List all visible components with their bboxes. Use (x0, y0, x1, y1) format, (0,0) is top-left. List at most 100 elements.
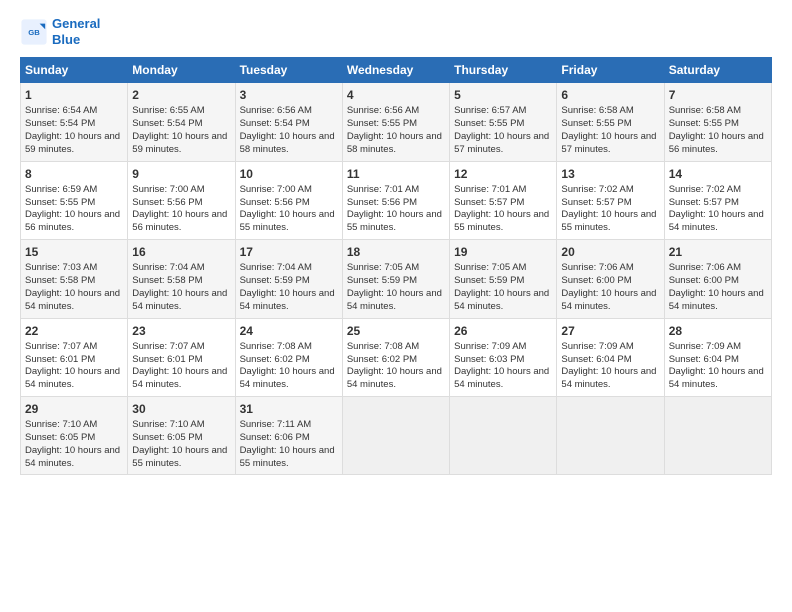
day-number: 19 (454, 244, 552, 260)
calendar-cell: 13Sunrise: 7:02 AMSunset: 5:57 PMDayligh… (557, 161, 664, 239)
calendar-cell: 24Sunrise: 7:08 AMSunset: 6:02 PMDayligh… (235, 318, 342, 396)
day-number: 8 (25, 166, 123, 182)
sunrise-text: Sunrise: 7:06 AM (561, 262, 633, 273)
day-number: 15 (25, 244, 123, 260)
sunrise-text: Sunrise: 6:59 AM (25, 184, 97, 195)
sunset-text: Sunset: 5:57 PM (669, 197, 739, 208)
calendar-cell: 28Sunrise: 7:09 AMSunset: 6:04 PMDayligh… (664, 318, 771, 396)
daylight-text: Daylight: 10 hours and 59 minutes. (132, 131, 227, 155)
sunset-text: Sunset: 5:55 PM (561, 118, 631, 129)
daylight-text: Daylight: 10 hours and 56 minutes. (25, 209, 120, 233)
col-saturday: Saturday (664, 58, 771, 83)
calendar-cell (342, 396, 449, 474)
daylight-text: Daylight: 10 hours and 57 minutes. (561, 131, 656, 155)
sunrise-text: Sunrise: 7:00 AM (132, 184, 204, 195)
sunrise-text: Sunrise: 7:10 AM (25, 419, 97, 430)
daylight-text: Daylight: 10 hours and 54 minutes. (25, 445, 120, 469)
sunset-text: Sunset: 5:55 PM (347, 118, 417, 129)
sunset-text: Sunset: 5:56 PM (347, 197, 417, 208)
calendar-cell: 21Sunrise: 7:06 AMSunset: 6:00 PMDayligh… (664, 240, 771, 318)
logo-icon: GB (20, 18, 48, 46)
daylight-text: Daylight: 10 hours and 55 minutes. (240, 209, 335, 233)
sunset-text: Sunset: 5:58 PM (25, 275, 95, 286)
sunrise-text: Sunrise: 6:58 AM (669, 105, 741, 116)
daylight-text: Daylight: 10 hours and 55 minutes. (347, 209, 442, 233)
sunset-text: Sunset: 5:54 PM (25, 118, 95, 129)
calendar-cell: 29 Sunrise: 7:10 AM Sunset: 6:05 PM Dayligh… (21, 396, 128, 474)
sunset-text: Sunset: 6:00 PM (561, 275, 631, 286)
sunset-text: Sunset: 6:05 PM (25, 432, 95, 443)
sunset-text: Sunset: 5:54 PM (240, 118, 310, 129)
calendar-cell: 27Sunrise: 7:09 AMSunset: 6:04 PMDayligh… (557, 318, 664, 396)
day-number: 2 (132, 87, 230, 103)
sunset-text: Sunset: 6:01 PM (25, 354, 95, 365)
daylight-text: Daylight: 10 hours and 54 minutes. (25, 288, 120, 312)
calendar-cell: 31Sunrise: 7:11 AMSunset: 6:06 PMDayligh… (235, 396, 342, 474)
calendar-cell: 15Sunrise: 7:03 AMSunset: 5:58 PMDayligh… (21, 240, 128, 318)
daylight-text: Daylight: 10 hours and 54 minutes. (240, 366, 335, 390)
day-number: 4 (347, 87, 445, 103)
sunrise-text: Sunrise: 7:08 AM (240, 341, 312, 352)
calendar-cell: 1Sunrise: 6:54 AMSunset: 5:54 PMDaylight… (21, 83, 128, 161)
sunset-text: Sunset: 5:56 PM (132, 197, 202, 208)
col-monday: Monday (128, 58, 235, 83)
day-number: 18 (347, 244, 445, 260)
sunset-text: Sunset: 6:01 PM (132, 354, 202, 365)
daylight-text: Daylight: 10 hours and 54 minutes. (132, 366, 227, 390)
day-number: 24 (240, 323, 338, 339)
day-number: 30 (132, 401, 230, 417)
sunrise-text: Sunrise: 7:07 AM (132, 341, 204, 352)
daylight-text: Daylight: 10 hours and 55 minutes. (240, 445, 335, 469)
calendar-cell: 16Sunrise: 7:04 AMSunset: 5:58 PMDayligh… (128, 240, 235, 318)
sunset-text: Sunset: 6:06 PM (240, 432, 310, 443)
sunset-text: Sunset: 6:05 PM (132, 432, 202, 443)
calendar-cell (450, 396, 557, 474)
day-number: 29 (25, 401, 123, 417)
day-number: 3 (240, 87, 338, 103)
main-container: GB GeneralBlue Sunday Monday Tuesday Wed… (0, 0, 792, 485)
calendar-body: 1Sunrise: 6:54 AMSunset: 5:54 PMDaylight… (21, 83, 772, 475)
day-number: 20 (561, 244, 659, 260)
daylight-text: Daylight: 10 hours and 56 minutes. (669, 131, 764, 155)
daylight-text: Daylight: 10 hours and 55 minutes. (454, 209, 549, 233)
daylight-text: Daylight: 10 hours and 54 minutes. (669, 288, 764, 312)
calendar-cell: 9Sunrise: 7:00 AMSunset: 5:56 PMDaylight… (128, 161, 235, 239)
week-row: 8Sunrise: 6:59 AMSunset: 5:55 PMDaylight… (21, 161, 772, 239)
calendar-cell: 7Sunrise: 6:58 AMSunset: 5:55 PMDaylight… (664, 83, 771, 161)
sunrise-text: Sunrise: 7:07 AM (25, 341, 97, 352)
daylight-text: Daylight: 10 hours and 54 minutes. (347, 288, 442, 312)
sunset-text: Sunset: 6:03 PM (454, 354, 524, 365)
col-sunday: Sunday (21, 58, 128, 83)
calendar-cell: 25Sunrise: 7:08 AMSunset: 6:02 PMDayligh… (342, 318, 449, 396)
calendar-cell: 2Sunrise: 6:55 AMSunset: 5:54 PMDaylight… (128, 83, 235, 161)
calendar-cell: 23Sunrise: 7:07 AMSunset: 6:01 PMDayligh… (128, 318, 235, 396)
sunrise-text: Sunrise: 7:00 AM (240, 184, 312, 195)
sunrise-text: Sunrise: 6:56 AM (347, 105, 419, 116)
day-number: 11 (347, 166, 445, 182)
daylight-text: Daylight: 10 hours and 54 minutes. (669, 209, 764, 233)
calendar-cell: 22Sunrise: 7:07 AMSunset: 6:01 PMDayligh… (21, 318, 128, 396)
header: GB GeneralBlue (20, 16, 772, 47)
calendar-cell: 10Sunrise: 7:00 AMSunset: 5:56 PMDayligh… (235, 161, 342, 239)
daylight-text: Daylight: 10 hours and 54 minutes. (454, 366, 549, 390)
daylight-text: Daylight: 10 hours and 55 minutes. (132, 445, 227, 469)
sunset-text: Sunset: 5:58 PM (132, 275, 202, 286)
day-number: 26 (454, 323, 552, 339)
sunset-text: Sunset: 6:00 PM (669, 275, 739, 286)
sunrise-text: Sunrise: 7:05 AM (454, 262, 526, 273)
sunrise-text: Sunrise: 7:05 AM (347, 262, 419, 273)
calendar-table: Sunday Monday Tuesday Wednesday Thursday… (20, 57, 772, 475)
daylight-text: Daylight: 10 hours and 57 minutes. (454, 131, 549, 155)
sunrise-text: Sunrise: 6:57 AM (454, 105, 526, 116)
day-number: 25 (347, 323, 445, 339)
sunset-text: Sunset: 6:04 PM (561, 354, 631, 365)
header-row: Sunday Monday Tuesday Wednesday Thursday… (21, 58, 772, 83)
day-number: 17 (240, 244, 338, 260)
day-number: 27 (561, 323, 659, 339)
daylight-text: Daylight: 10 hours and 55 minutes. (561, 209, 656, 233)
daylight-text: Daylight: 10 hours and 54 minutes. (240, 288, 335, 312)
daylight-text: Daylight: 10 hours and 56 minutes. (132, 209, 227, 233)
sunset-text: Sunset: 5:55 PM (669, 118, 739, 129)
calendar-cell (557, 396, 664, 474)
svg-text:GB: GB (28, 27, 40, 36)
